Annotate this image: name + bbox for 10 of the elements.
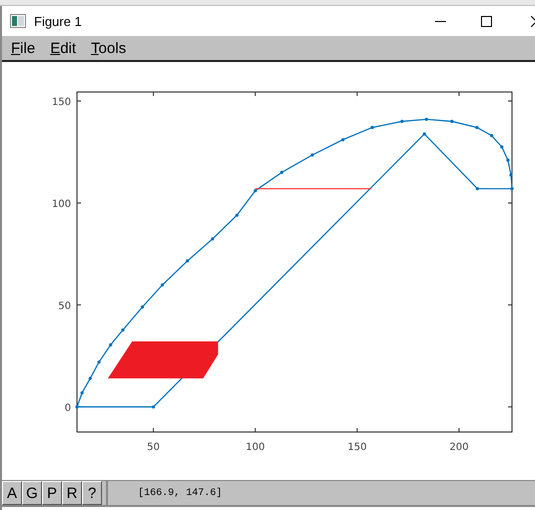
x-tick-label: 150 [348, 442, 367, 453]
cursor-coordinates: [166.9, 147.6] [138, 488, 222, 498]
y-tick-label: 150 [52, 96, 71, 108]
y-tick-label: 50 [58, 300, 71, 312]
window-title: Figure 1 [34, 14, 82, 28]
x-tick-label: 50 [147, 442, 160, 453]
y-tick-label: 100 [52, 198, 71, 210]
x-tick-label: 200 [449, 442, 469, 453]
x-tick-label: 100 [246, 442, 265, 453]
y-tick-label: 0 [64, 402, 71, 414]
